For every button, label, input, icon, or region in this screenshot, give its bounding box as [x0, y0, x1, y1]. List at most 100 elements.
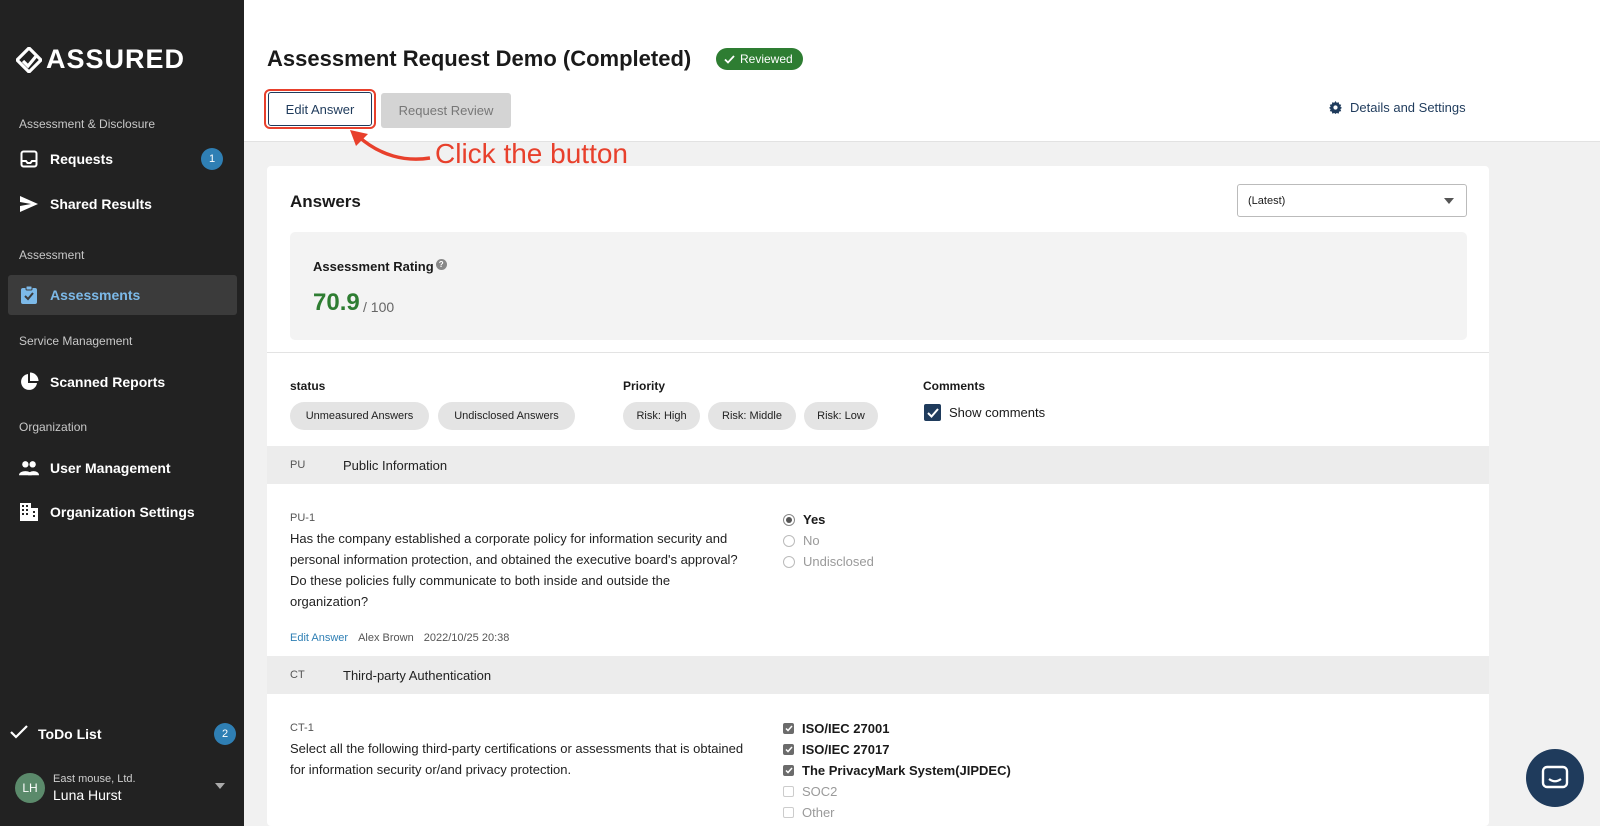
question-meta: Edit Answer Alex Brown 2022/10/25 20:38	[290, 632, 509, 644]
status-badge-label: Reviewed	[740, 52, 793, 66]
answers-title: Answers	[290, 192, 361, 211]
chevron-down-icon	[1444, 198, 1454, 204]
brand-logo[interactable]: ASSURED	[16, 44, 185, 75]
rating-label-text: Assessment Rating	[313, 259, 434, 274]
option-label: No	[803, 533, 820, 548]
rating-label: Assessment Rating?	[313, 259, 447, 274]
chip-risk-low[interactable]: Risk: Low	[804, 402, 878, 430]
status-badge: Reviewed	[716, 48, 803, 70]
requests-count-badge: 1	[201, 148, 223, 170]
answer-option-yes: Yes	[783, 512, 825, 527]
user-name: Luna Hurst	[53, 787, 122, 803]
pie-chart-icon	[19, 372, 39, 392]
answer-option-soc2: SOC2	[783, 784, 837, 799]
avatar: LH	[15, 773, 45, 803]
details-and-settings-link[interactable]: Details and Settings	[1329, 100, 1466, 115]
chip-risk-high[interactable]: Risk: High	[623, 402, 700, 430]
sidebar-item-organization-settings[interactable]: Organization Settings	[8, 492, 237, 532]
rating-value: 70.9	[313, 289, 360, 316]
help-icon[interactable]: ?	[435, 259, 447, 270]
option-label: ISO/IEC 27017	[802, 742, 890, 757]
chevron-down-icon	[215, 783, 225, 789]
chip-risk-middle[interactable]: Risk: Middle	[708, 402, 796, 430]
chip-undisclosed-answers[interactable]: Undisclosed Answers	[438, 402, 575, 430]
answer-option-privacymark: The PrivacyMark System(JIPDEC)	[783, 763, 1011, 778]
question-id: PU-1	[290, 512, 316, 524]
option-label: Yes	[803, 512, 826, 527]
sidebar-item-shared-results[interactable]: Shared Results	[8, 184, 237, 224]
section-label-organization: Organization	[19, 420, 88, 434]
option-label: Undisclosed	[803, 554, 874, 569]
edit-answer-link[interactable]: Edit Answer	[290, 632, 348, 644]
check-icon	[10, 724, 28, 744]
check-icon	[724, 54, 735, 64]
answer-option-other: Other	[783, 805, 835, 820]
rating-max: / 100	[363, 299, 395, 315]
edit-answer-button[interactable]: Edit Answer	[268, 92, 372, 126]
send-icon	[19, 194, 39, 214]
section-header-ct: CT Third-party Authentication	[267, 656, 1489, 694]
answer-timestamp: 2022/10/25 20:38	[423, 632, 510, 644]
radio-icon	[783, 534, 795, 547]
option-label: SOC2	[802, 784, 838, 799]
sidebar: ASSURED Assessment & Disclosure Requests…	[0, 0, 244, 826]
todo-list-button[interactable]: ToDo List 2	[10, 720, 236, 748]
checkbox-icon	[783, 807, 794, 818]
version-select-value: (Latest)	[1248, 194, 1286, 207]
section-label-assessment: Assessment	[19, 248, 85, 262]
user-organization: East mouse, Ltd.	[53, 773, 136, 785]
user-menu[interactable]: LH East mouse, Ltd. Luna Hurst	[15, 770, 225, 806]
checkbox-checked-icon	[783, 723, 794, 734]
page-header: Assessment Request Demo (Completed) Revi…	[244, 0, 1600, 142]
status-filter-label: status	[290, 379, 326, 393]
question-text: Has the company established a corporate …	[290, 531, 738, 609]
clipboard-check-icon	[19, 285, 39, 305]
show-comments-label: Show comments	[949, 405, 1046, 420]
option-label: ISO/IEC 27001	[802, 721, 890, 736]
page-title: Assessment Request Demo (Completed)	[267, 46, 692, 71]
answers-card: Answers (Latest) Assessment Rating? 70.9…	[267, 166, 1489, 826]
sidebar-item-user-management[interactable]: User Management	[8, 448, 237, 488]
users-icon	[19, 458, 39, 478]
priority-filter-label: Priority	[623, 379, 666, 393]
section-code: CT	[290, 669, 305, 681]
sidebar-item-scanned-reports[interactable]: Scanned Reports	[8, 362, 237, 402]
answer-option-no: No	[783, 533, 820, 548]
question-id: CT-1	[290, 722, 314, 734]
answer-option-iso-27017: ISO/IEC 27017	[783, 742, 889, 757]
option-label: The PrivacyMark System(JIPDEC)	[802, 763, 1011, 778]
settings-link-label: Details and Settings	[1350, 100, 1466, 115]
section-name: Public Information	[343, 457, 448, 473]
section-header-pu: PU Public Information	[267, 446, 1489, 484]
sidebar-item-label: Shared Results	[50, 196, 152, 212]
chat-widget-button[interactable]	[1526, 749, 1584, 807]
inbox-icon	[19, 149, 39, 169]
show-comments-checkbox[interactable]: Show comments	[924, 404, 1045, 421]
todo-list-label: ToDo List	[38, 726, 102, 742]
section-label-assessment-disclosure: Assessment & Disclosure	[19, 117, 156, 131]
section-code: PU	[290, 459, 306, 471]
logo-mark-icon	[16, 46, 42, 73]
gear-icon	[1329, 101, 1342, 114]
checkbox-checked-icon	[924, 404, 941, 421]
sidebar-item-requests[interactable]: Requests 1	[8, 139, 237, 179]
sidebar-item-label: Scanned Reports	[50, 374, 166, 390]
checkbox-checked-icon	[783, 744, 794, 755]
request-review-button[interactable]: Request Review	[381, 93, 511, 128]
radio-selected-icon	[783, 513, 795, 526]
comments-filter-label: Comments	[923, 379, 986, 393]
answer-option-iso-27001: ISO/IEC 27001	[783, 721, 889, 736]
sidebar-item-label: User Management	[50, 460, 171, 476]
annotation-arrow-icon	[350, 130, 431, 161]
answer-author: Alex Brown	[358, 632, 414, 644]
brand-name: ASSURED	[46, 44, 186, 74]
chip-unmeasured-answers[interactable]: Unmeasured Answers	[290, 402, 429, 430]
section-name: Third-party Authentication	[343, 667, 492, 683]
question-text: Select all the following third-party cer…	[290, 741, 744, 777]
checkbox-checked-icon	[783, 765, 794, 776]
version-select[interactable]: (Latest)	[1237, 184, 1467, 217]
building-icon	[19, 502, 39, 522]
option-label: Other	[802, 805, 835, 820]
checkbox-icon	[783, 786, 794, 797]
sidebar-item-assessments[interactable]: Assessments	[8, 275, 237, 315]
